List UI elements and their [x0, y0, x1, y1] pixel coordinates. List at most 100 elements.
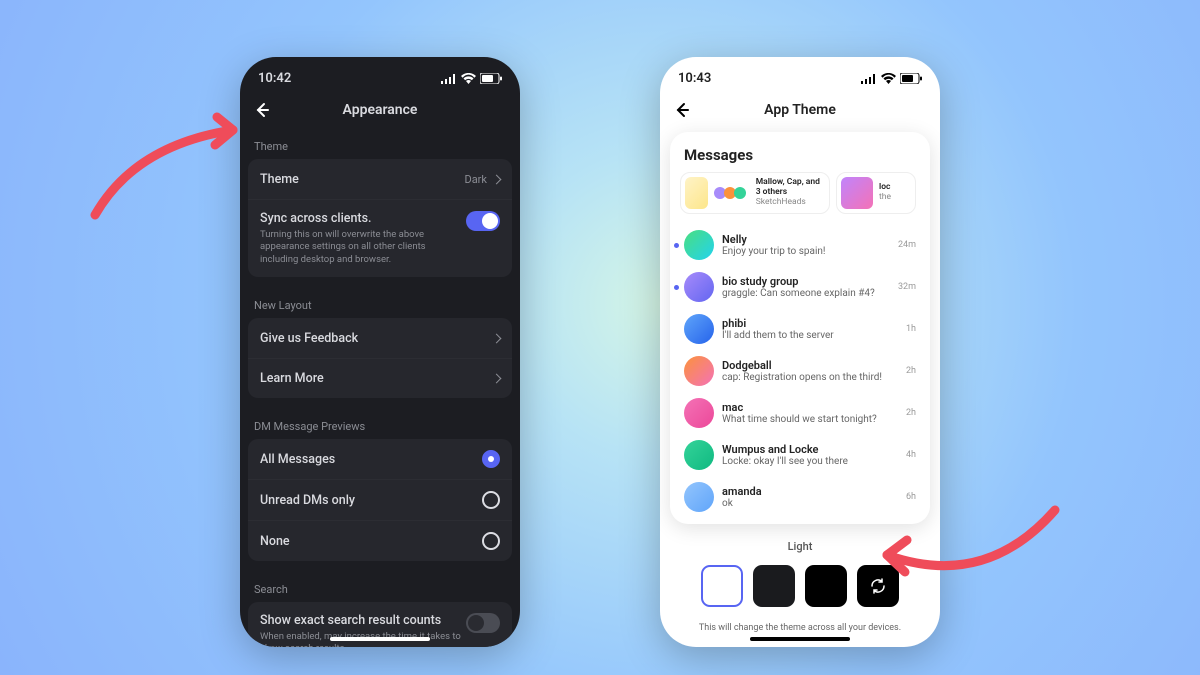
conversation-name: mac [722, 401, 898, 414]
avatar [684, 440, 714, 470]
theme-row[interactable]: Theme Dark [248, 159, 512, 199]
conversation-preview: graggle: Can someone explain #4? [722, 288, 890, 299]
conversation-row[interactable]: Dodgeballcap: Registration opens on the … [670, 350, 930, 392]
unread-dot [674, 243, 679, 248]
wifi-icon [881, 73, 896, 84]
avatar [684, 230, 714, 260]
radio-selected-icon [482, 450, 500, 468]
conversation-time: 2h [906, 408, 916, 418]
battery-icon [480, 73, 502, 84]
page-title: App Theme [660, 102, 940, 118]
conversation-preview: What time should we start tonight? [722, 414, 898, 425]
conversation-list: NellyEnjoy your trip to spain!24mbio stu… [670, 224, 930, 518]
conversation-name: bio study group [722, 275, 890, 288]
conversation-name: Wumpus and Locke [722, 443, 898, 456]
section-dm-previews: DM Message Previews [240, 408, 520, 439]
activity-title: Mallow, Cap, and 3 others [756, 178, 825, 198]
conversation-time: 32m [898, 282, 916, 292]
avatar [684, 272, 714, 302]
back-button[interactable] [672, 100, 692, 120]
sync-subtitle: Turning this on will overwrite the above… [260, 229, 466, 266]
nav-header: Appearance [240, 92, 520, 128]
unread-dot [674, 285, 679, 290]
activity-cards: Mallow, Cap, and 3 others SketchHeads lo… [670, 172, 930, 224]
radio-all-label: All Messages [260, 452, 482, 467]
conversation-time: 2h [906, 366, 916, 376]
search-counts-title: Show exact search result counts [260, 613, 466, 628]
sync-title: Sync across clients. [260, 211, 466, 226]
close-icon: ✕ [471, 617, 479, 627]
layout-group: Give us Feedback Learn More [248, 318, 512, 398]
theme-swatch-auto[interactable] [857, 565, 899, 607]
activity-sub: SketchHeads [756, 198, 825, 208]
theme-label: Theme [260, 172, 464, 187]
avatar [684, 314, 714, 344]
conversation-preview: Enjoy your trip to spain! [722, 246, 890, 257]
conversation-preview: I'll add them to the server [722, 330, 898, 341]
nav-header: App Theme [660, 92, 940, 128]
theme-preview-card: Messages Mallow, Cap, and 3 others Sketc… [670, 132, 930, 524]
status-bar: 10:43 [660, 57, 940, 92]
radio-unread-label: Unread DMs only [260, 493, 482, 508]
conversation-name: phibi [722, 317, 898, 330]
home-indicator [750, 637, 850, 641]
conversation-row[interactable]: NellyEnjoy your trip to spain!24m [670, 224, 930, 266]
conversation-row[interactable]: Wumpus and LockeLocke: okay I'll see you… [670, 434, 930, 476]
activity-card[interactable]: loc the [836, 172, 916, 214]
selected-theme-label: Light [660, 540, 940, 553]
status-indicators [861, 73, 922, 84]
activity-sub: the [879, 193, 891, 203]
theme-swatch-midnight[interactable] [805, 565, 847, 607]
learn-more-label: Learn More [260, 371, 493, 386]
avatar [684, 398, 714, 428]
conversation-time: 4h [906, 450, 916, 460]
activity-thumb [841, 177, 873, 209]
activity-thumb [685, 177, 708, 209]
annotation-arrow-left [85, 115, 265, 239]
learn-more-row[interactable]: Learn More [248, 358, 512, 398]
conversation-time: 6h [906, 492, 916, 502]
avatar [684, 356, 714, 386]
radio-none[interactable]: None [248, 520, 512, 561]
conversation-name: Nelly [722, 233, 890, 246]
conversation-time: 1h [906, 324, 916, 334]
theme-swatch-dark[interactable] [753, 565, 795, 607]
radio-unselected-icon [482, 532, 500, 550]
conversation-name: Dodgeball [722, 359, 898, 372]
avatar [684, 482, 714, 512]
radio-unread-only[interactable]: Unread DMs only [248, 479, 512, 520]
section-search: Search [240, 571, 520, 602]
battery-icon [900, 73, 922, 84]
section-theme: Theme [240, 128, 520, 159]
feedback-row[interactable]: Give us Feedback [248, 318, 512, 358]
cellular-icon [861, 74, 877, 84]
conversation-row[interactable]: phibiI'll add them to the server 1h [670, 308, 930, 350]
radio-all-messages[interactable]: All Messages [248, 439, 512, 479]
feedback-label: Give us Feedback [260, 331, 493, 346]
radio-none-label: None [260, 534, 482, 549]
status-time: 10:42 [258, 71, 291, 86]
avatar [734, 187, 746, 199]
home-indicator [330, 637, 430, 641]
phone-app-theme-light: 10:43 App Theme Messages Mallow, Cap, an [660, 57, 940, 647]
section-layout: New Layout [240, 287, 520, 318]
theme-swatches [660, 565, 940, 607]
page-title: Appearance [240, 102, 520, 118]
radio-unselected-icon [482, 491, 500, 509]
conversation-preview: Locke: okay I'll see you there [722, 456, 898, 467]
conversation-row[interactable]: bio study groupgraggle: Can someone expl… [670, 266, 930, 308]
dm-previews-group: All Messages Unread DMs only None [248, 439, 512, 561]
back-button[interactable] [252, 100, 272, 120]
activity-card[interactable]: Mallow, Cap, and 3 others SketchHeads [680, 172, 830, 214]
sync-row[interactable]: Sync across clients. Turning this on wil… [248, 199, 512, 277]
conversation-name: amanda [722, 485, 898, 498]
conversation-row[interactable]: macWhat time should we start tonight? 2h [670, 392, 930, 434]
conversation-row[interactable]: amandaok6h [670, 476, 930, 518]
search-counts-toggle[interactable]: ✕ [466, 613, 500, 633]
sync-toggle[interactable] [466, 211, 500, 231]
status-indicators [441, 73, 502, 84]
theme-footer: This will change the theme across all yo… [660, 623, 940, 633]
status-time: 10:43 [678, 71, 711, 86]
chevron-right-icon [492, 333, 502, 343]
theme-swatch-light[interactable] [701, 565, 743, 607]
